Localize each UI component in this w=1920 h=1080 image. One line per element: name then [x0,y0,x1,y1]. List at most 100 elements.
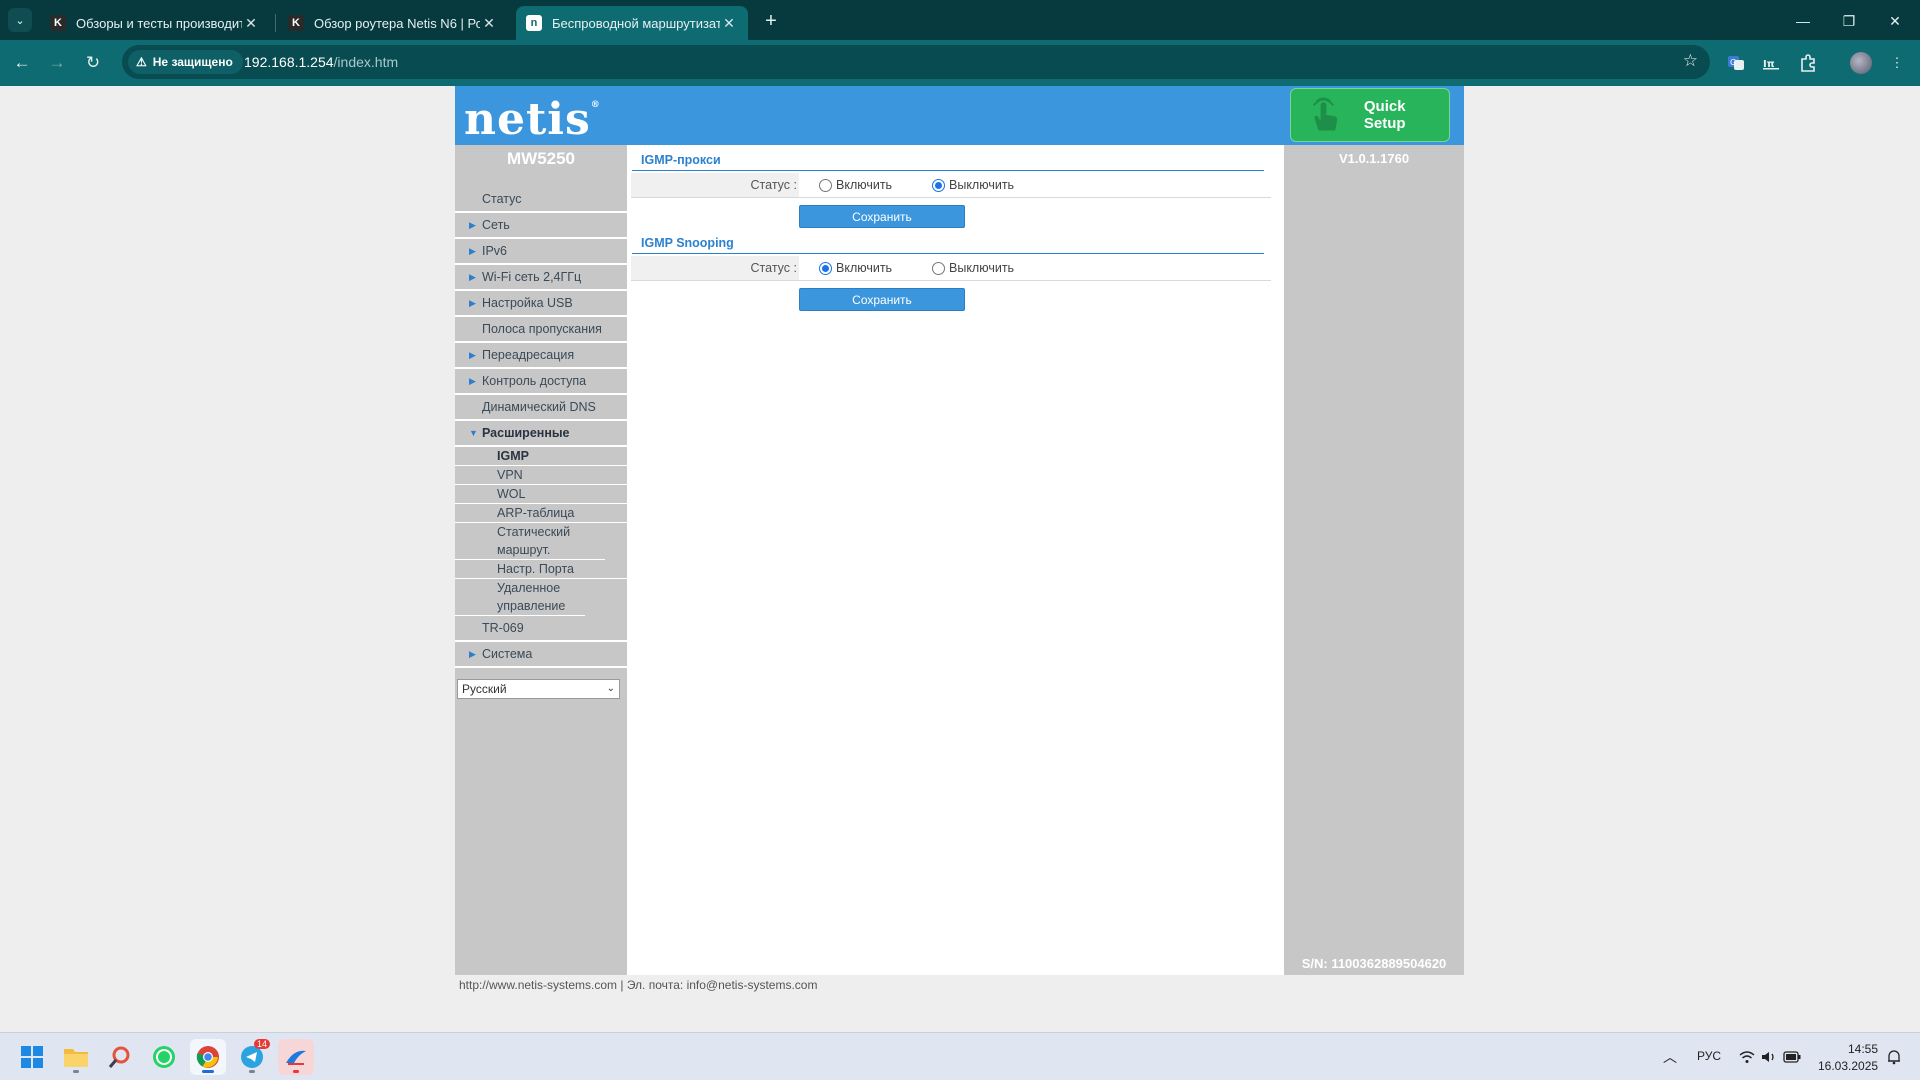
chrome-icon[interactable] [190,1039,226,1075]
menu-item-access-control[interactable]: ▶ Контроль доступа [455,369,627,395]
telegram-icon[interactable]: 14 [234,1039,270,1075]
igmp-proxy-status-row: Статус : Включить Выключить [631,173,1271,198]
igmp-snooping-enable-radio[interactable]: Включить [819,261,892,275]
browser-tab-2[interactable]: K Обзор роутера Netis N6 | Роутер ✕ [278,6,508,40]
expand-arrow-icon: ▶ [469,648,476,659]
submenu-item-port-settings[interactable]: Настр. Порта [455,560,627,579]
clock-time[interactable]: 14:55 [1834,1042,1878,1056]
url-text[interactable]: 192.168.1.254/index.htm [244,54,398,70]
forward-arrow-icon[interactable]: → [44,50,70,76]
main-content: IGMP-прокси Статус : Включить Выключить … [627,145,1284,975]
tab-3-favicon: n [526,15,542,31]
submenu-item-static-route[interactable]: Статический маршрут. [455,523,605,560]
chevron-up-icon[interactable]: ︿ [1660,1047,1680,1067]
running-indicator [202,1070,214,1073]
search-app-icon[interactable] [102,1039,138,1075]
browser-menu-icon[interactable]: ⋮ [1886,52,1908,74]
tab-2-close-icon[interactable]: ✕ [480,15,498,32]
menu-item-bandwidth[interactable]: Полоса пропускания [455,317,627,343]
igmp-proxy-enable-radio[interactable]: Включить [819,178,892,192]
windows-taskbar: 14 ︿ РУС 14:55 16.03.2025 [0,1032,1920,1080]
radio-circle-selected [819,261,832,275]
profile-avatar[interactable] [1850,52,1872,74]
menu-item-tr069[interactable]: TR-069 [455,616,627,642]
model-name: MW5250 [506,149,576,168]
reload-icon[interactable]: ↻ [80,50,106,76]
submenu-item-arp[interactable]: ARP-таблица [455,504,627,523]
new-tab-plus-icon[interactable]: + [758,8,784,34]
radio-label: Включить [836,261,893,275]
menu-item-ddns[interactable]: Динамический DNS [455,395,627,421]
expand-arrow-icon: ▶ [469,349,476,360]
menu-item-label: Настройка USB [482,296,573,310]
igmp-snooping-status-row: Статус : Включить Выключить [631,256,1271,281]
bookmark-star-icon[interactable]: ☆ [1683,51,1698,71]
browser-tab-3-active[interactable]: n Беспроводной маршрутизатор ✕ [516,6,748,40]
tab-1-close-icon[interactable]: ✕ [242,15,260,32]
battery-icon[interactable] [1782,1047,1802,1067]
notification-bell-icon[interactable] [1884,1047,1904,1067]
menu-item-advanced[interactable]: ▼ Расширенные [455,421,627,447]
security-label: Не защищено [152,55,233,69]
igmp-snooping-title: IGMP Snooping [641,236,734,250]
wifi-icon[interactable] [1737,1047,1757,1067]
submenu-item-igmp[interactable]: IGMP [455,447,627,466]
language-select[interactable]: Русский ⌄ [457,679,620,699]
running-indicator [249,1070,255,1073]
submenu-item-remote-management[interactable]: Удаленное управление [455,579,585,616]
igmp-snooping-save-button[interactable]: Сохранить [799,288,965,311]
menu-item-system[interactable]: ▶ Система [455,642,627,668]
whatsapp-icon[interactable] [146,1039,182,1075]
radio-circle [932,261,945,275]
menu-item-ipv6[interactable]: ▶ IPv6 [455,239,627,265]
menu-item-wifi[interactable]: ▶ Wi-Fi сеть 2,4ГГц [455,265,627,291]
restore-icon[interactable]: ❐ [1826,8,1872,34]
security-chip[interactable]: ⚠ Не защищено [128,50,243,74]
quick-setup-button[interactable]: Quick Setup [1290,88,1450,142]
anydesk-app-icon[interactable] [278,1039,314,1075]
input-language[interactable]: РУС [1697,1049,1721,1063]
menu-item-network[interactable]: ▶ Сеть [455,213,627,239]
submenu-item-vpn[interactable]: VPN [455,466,627,485]
volume-icon[interactable] [1759,1047,1779,1067]
expand-arrow-icon: ▶ [469,375,476,386]
menu-item-label: Динамический DNS [482,400,596,414]
menu-item-usb[interactable]: ▶ Настройка USB [455,291,627,317]
file-explorer-icon[interactable] [58,1039,94,1075]
browser-tab-1[interactable]: K Обзоры и тесты производителя ✕ [40,6,270,40]
collapse-arrow-icon: ▼ [469,428,478,438]
address-bar[interactable]: ⚠ Не защищено 192.168.1.254/index.htm ☆ [122,45,1710,79]
minimize-icon[interactable]: — [1780,8,1826,34]
window-close-icon[interactable]: ✕ [1872,8,1918,34]
quick-setup-label: Quick Setup [1363,98,1406,132]
igmp-proxy-disable-radio[interactable]: Выключить [932,178,1014,192]
igmp-proxy-save-button[interactable]: Сохранить [799,205,965,228]
tab-2-favicon: K [288,15,304,31]
status-label: Статус : [750,261,797,275]
tab-1-title: Обзоры и тесты производителя [76,15,242,31]
menu-item-label: Переадресация [482,348,575,362]
radio-circle-selected [932,178,945,192]
clock-date[interactable]: 16.03.2025 [1818,1059,1878,1073]
expand-arrow-icon: ▶ [469,271,476,282]
back-arrow-icon[interactable]: ← [9,50,35,76]
menu-item-status[interactable]: Статус [455,187,627,213]
extensions-puzzle-icon[interactable] [1797,52,1819,74]
submenu-item-wol[interactable]: WOL [455,485,627,504]
menu-item-label: Система [482,647,533,661]
firmware-version: V1.0.1.1760 [1338,151,1410,166]
menu-item-label: Контроль доступа [482,374,587,388]
serial-number: S/N: 1100362889504620 [1301,956,1447,971]
expand-arrow-icon: ▶ [469,245,476,256]
menu-item-forwarding[interactable]: ▶ Переадресация [455,343,627,369]
url-host: 192.168.1.254 [244,54,334,70]
tab-search-button[interactable]: ⌄ [8,8,32,32]
tab-3-title: Беспроводной маршрутизатор [552,15,720,31]
telegram-badge: 14 [253,1039,270,1049]
igmp-snooping-disable-radio[interactable]: Выключить [932,261,1014,275]
translate-extension-icon[interactable]: G [1725,52,1747,74]
tab-3-close-icon[interactable]: ✕ [720,15,738,32]
windows-start-icon[interactable] [14,1039,50,1075]
menu-item-label: TR-069 [482,621,524,635]
text-extension-icon[interactable]: Iπ [1761,52,1783,74]
